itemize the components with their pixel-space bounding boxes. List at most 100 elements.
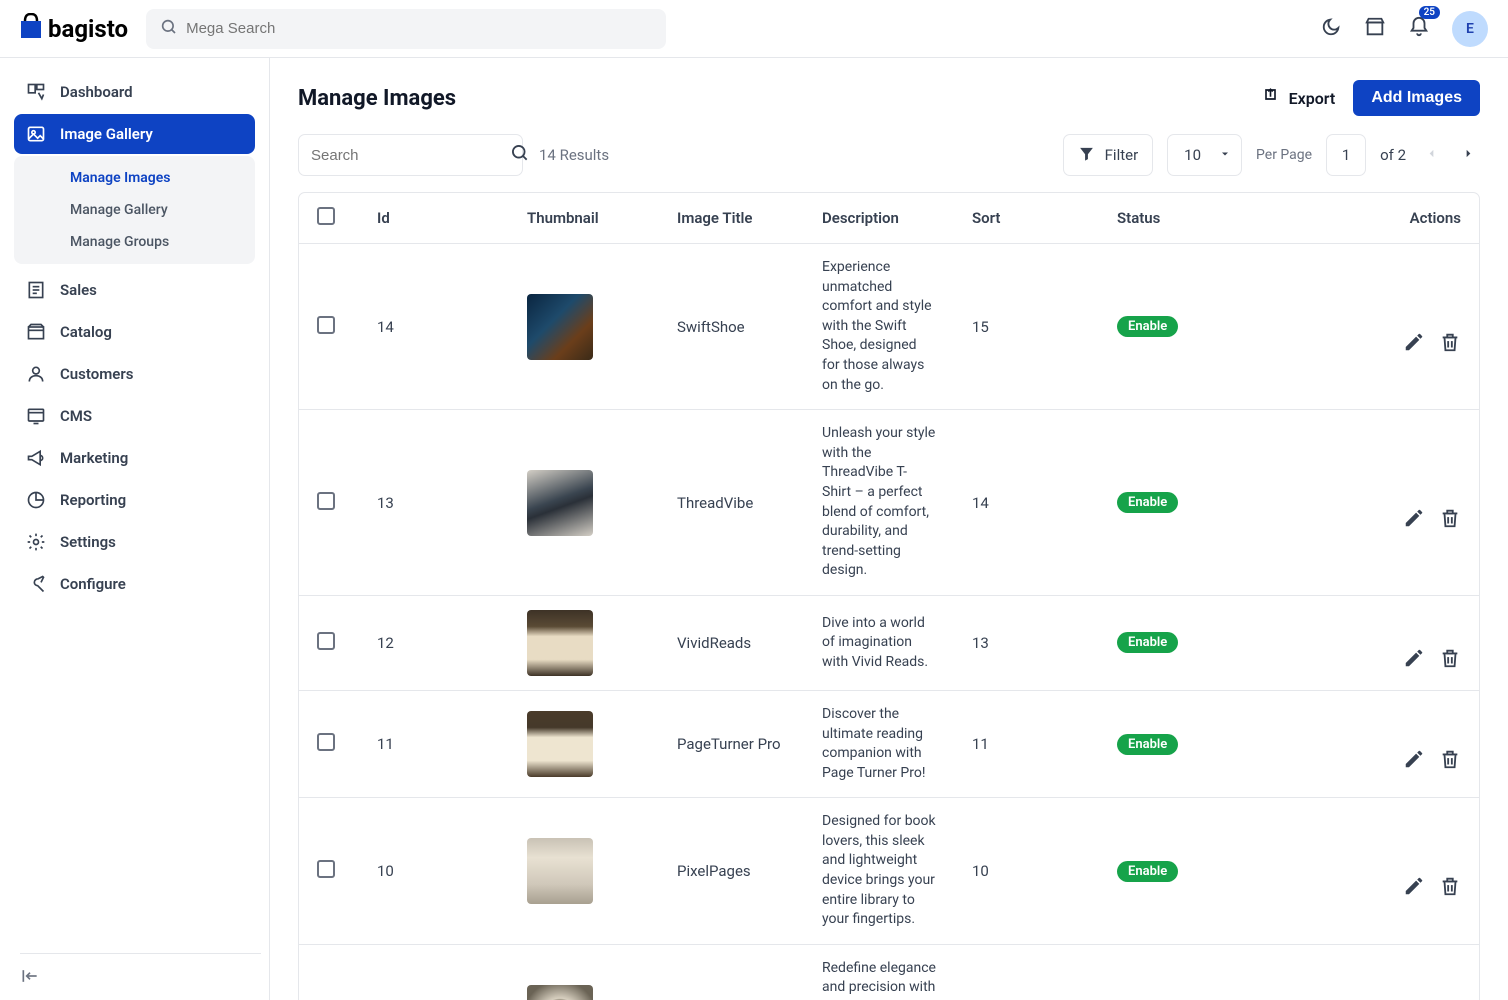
table-search[interactable] xyxy=(298,134,523,176)
table-row: 13ThreadVibeUnleash your style with the … xyxy=(299,410,1479,596)
content: Manage Images Export Add Images 14 Resul… xyxy=(270,58,1508,1000)
mega-search-input[interactable] xyxy=(186,20,652,37)
sidebar-item-label: Image Gallery xyxy=(60,125,153,143)
status-badge: Enable xyxy=(1117,492,1178,513)
logo[interactable]: bagisto xyxy=(20,13,128,45)
cell-description: Discover the ultimate reading companion … xyxy=(804,690,954,797)
result-count: 14 Results xyxy=(539,146,609,164)
page-next-icon[interactable] xyxy=(1457,147,1480,163)
catalog-icon xyxy=(26,322,46,342)
header-sort[interactable]: Sort xyxy=(954,193,1099,244)
cms-icon xyxy=(26,406,46,426)
header-image-title[interactable]: Image Title xyxy=(659,193,804,244)
avatar[interactable]: E xyxy=(1452,11,1488,47)
sidebar-item-image-gallery[interactable]: Image Gallery xyxy=(14,114,255,154)
delete-icon[interactable] xyxy=(1439,331,1461,357)
sidebar-item-label: Catalog xyxy=(60,323,112,341)
select-all-checkbox[interactable] xyxy=(317,207,335,225)
cell-title: PageTurner Pro xyxy=(659,690,804,797)
page-size-select[interactable]: 10 xyxy=(1167,134,1242,176)
sidebar-item-cms[interactable]: CMS xyxy=(14,396,255,436)
delete-icon[interactable] xyxy=(1439,875,1461,901)
status-badge: Enable xyxy=(1117,734,1178,755)
sidebar-collapse[interactable] xyxy=(20,953,261,990)
cell-sort: 11 xyxy=(954,690,1099,797)
delete-icon[interactable] xyxy=(1439,647,1461,673)
sidebar-item-label: Dashboard xyxy=(60,83,133,101)
sidebar-item-sales[interactable]: Sales xyxy=(14,270,255,310)
row-checkbox[interactable] xyxy=(317,860,335,878)
status-badge: Enable xyxy=(1117,316,1178,337)
cell-description: Unleash your style with the ThreadVibe T… xyxy=(804,410,954,596)
reporting-icon xyxy=(26,490,46,510)
filter-button[interactable]: Filter xyxy=(1063,134,1154,176)
logo-text: bagisto xyxy=(48,15,128,43)
page-current[interactable]: 1 xyxy=(1326,134,1366,176)
sidebar-subitem-manage-images[interactable]: Manage Images xyxy=(14,162,255,194)
cell-title: PixelPages xyxy=(659,798,804,945)
configure-icon xyxy=(26,574,46,594)
search-icon xyxy=(160,18,178,40)
page-size-value: 10 xyxy=(1184,146,1201,164)
thumbnail-image xyxy=(527,470,593,536)
cell-sort: 14 xyxy=(954,410,1099,596)
sidebar-item-label: Marketing xyxy=(60,449,128,467)
header-actions: Export Add Images xyxy=(1263,80,1480,116)
cell-id: 14 xyxy=(359,244,509,410)
cell-id: 13 xyxy=(359,410,509,596)
row-checkbox[interactable] xyxy=(317,733,335,751)
per-page-label: Per Page xyxy=(1256,147,1312,163)
export-label: Export xyxy=(1289,89,1336,108)
delete-icon[interactable] xyxy=(1439,748,1461,774)
dark-mode-icon[interactable] xyxy=(1320,16,1342,42)
marketing-icon xyxy=(26,448,46,468)
search-icon xyxy=(510,143,530,167)
cell-sort: 15 xyxy=(954,244,1099,410)
cell-id: 12 xyxy=(359,595,509,690)
edit-icon[interactable] xyxy=(1403,331,1425,357)
add-images-button[interactable]: Add Images xyxy=(1353,80,1480,116)
topbar-actions: 25 E xyxy=(1320,11,1488,47)
header-status[interactable]: Status xyxy=(1099,193,1329,244)
row-checkbox[interactable] xyxy=(317,316,335,334)
delete-icon[interactable] xyxy=(1439,507,1461,533)
sidebar-subitem-manage-gallery[interactable]: Manage Gallery xyxy=(14,194,255,226)
sidebar-item-reporting[interactable]: Reporting xyxy=(14,480,255,520)
sidebar-item-customers[interactable]: Customers xyxy=(14,354,255,394)
status-badge: Enable xyxy=(1117,861,1178,882)
edit-icon[interactable] xyxy=(1403,748,1425,774)
thumbnail-image xyxy=(527,711,593,777)
header-description[interactable]: Description xyxy=(804,193,954,244)
edit-icon[interactable] xyxy=(1403,507,1425,533)
filter-label: Filter xyxy=(1105,146,1139,164)
store-icon[interactable] xyxy=(1364,16,1386,42)
cell-sort: 10 xyxy=(954,798,1099,945)
thumbnail-image xyxy=(527,610,593,676)
table-search-input[interactable] xyxy=(311,147,510,164)
sidebar-item-dashboard[interactable]: Dashboard xyxy=(14,72,255,112)
sidebar-item-catalog[interactable]: Catalog xyxy=(14,312,255,352)
row-checkbox[interactable] xyxy=(317,492,335,510)
row-checkbox[interactable] xyxy=(317,632,335,650)
cell-description: Dive into a world of imagination with Vi… xyxy=(804,595,954,690)
sidebar-item-label: Settings xyxy=(60,533,116,551)
sidebar-item-settings[interactable]: Settings xyxy=(14,522,255,562)
page-prev-icon[interactable] xyxy=(1420,147,1443,163)
sidebar-subitem-manage-groups[interactable]: Manage Groups xyxy=(14,226,255,258)
sidebar-item-marketing[interactable]: Marketing xyxy=(14,438,255,478)
export-button[interactable]: Export xyxy=(1263,87,1336,109)
table-row: 11 PageTurner ProDiscover the ultimate re… xyxy=(299,690,1479,797)
cell-id: 11 xyxy=(359,690,509,797)
image-icon xyxy=(26,124,46,144)
table-row: 14SwiftShoeExperience unmatched comfort … xyxy=(299,244,1479,410)
edit-icon[interactable] xyxy=(1403,875,1425,901)
thumbnail-image xyxy=(527,985,593,1000)
table-header-row: Id Thumbnail Image Title Description Sor… xyxy=(299,193,1479,244)
status-badge: Enable xyxy=(1117,632,1178,653)
bell-icon[interactable]: 25 xyxy=(1408,16,1430,42)
header-thumbnail[interactable]: Thumbnail xyxy=(509,193,659,244)
header-id[interactable]: Id xyxy=(359,193,509,244)
mega-search[interactable] xyxy=(146,9,666,49)
edit-icon[interactable] xyxy=(1403,647,1425,673)
sidebar-item-configure[interactable]: Configure xyxy=(14,564,255,604)
